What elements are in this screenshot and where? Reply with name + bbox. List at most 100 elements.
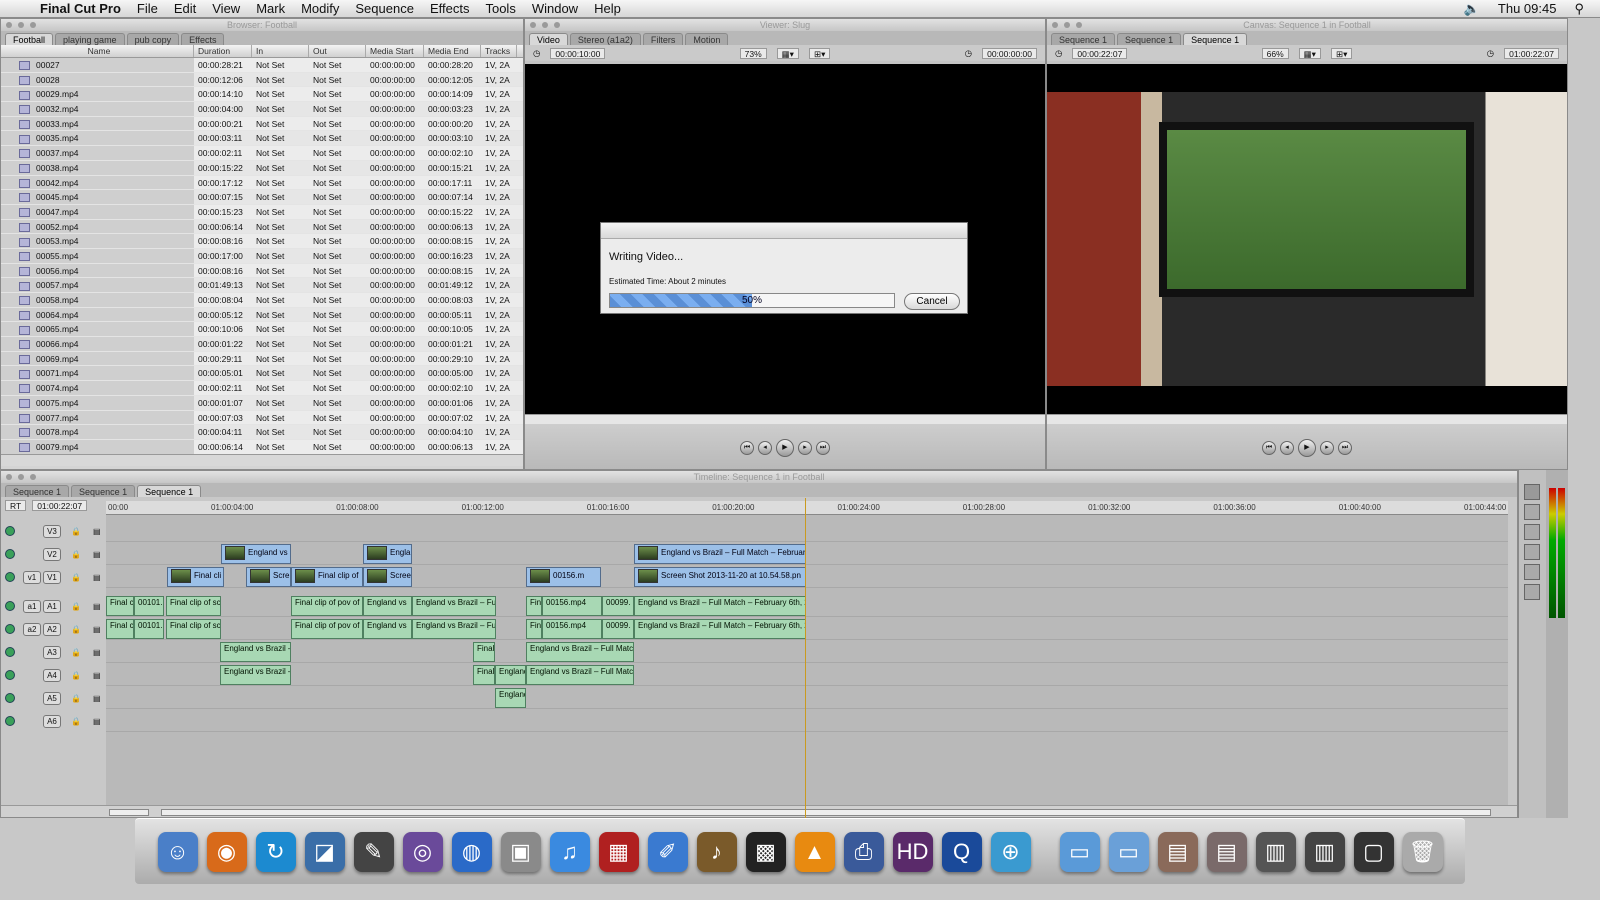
window-stack-icon[interactable]: ▢	[1353, 831, 1394, 872]
auto-select-icon[interactable]: ▤	[93, 527, 101, 536]
dvd-studio-icon[interactable]: ◎	[402, 831, 443, 872]
audio-clip[interactable]: England vs Brazil – Fu	[412, 619, 496, 639]
track-visibility-icon[interactable]	[5, 716, 15, 726]
menu-modify[interactable]: Modify	[301, 1, 339, 16]
menu-sequence[interactable]: Sequence	[355, 1, 414, 16]
table-row[interactable]: 00055.mp4 00:00:17:00 Not Set Not Set 00:00:…	[1, 248, 523, 264]
preview-icon[interactable]: ▣	[500, 831, 541, 872]
safari-icon[interactable]: ⊕	[990, 831, 1031, 872]
selection-tool-icon[interactable]	[1524, 484, 1540, 500]
table-row[interactable]: 00053.mp4 00:00:08:16 Not Set Not Set 00:00:…	[1, 234, 523, 249]
audio-clip[interactable]: England	[495, 688, 526, 708]
clapper-icon[interactable]: ▩	[745, 831, 786, 872]
track-visibility-icon[interactable]	[5, 549, 15, 559]
menu-tools[interactable]: Tools	[485, 1, 515, 16]
audio-clip[interactable]: 00099.	[602, 619, 634, 639]
spotlight-icon[interactable]: ⚲	[1574, 1, 1584, 17]
stack-icon-1[interactable]: ▤	[1157, 831, 1198, 872]
play-in-out-button[interactable]: ◂	[758, 440, 772, 455]
table-row[interactable]: 00032.mp4 00:00:04:00 Not Set Not Set 00:00:…	[1, 102, 523, 117]
table-row[interactable]: 00064.mp4 00:00:05:12 Not Set Not Set 00:00:…	[1, 307, 523, 323]
crop-tool-icon[interactable]	[1524, 564, 1540, 580]
viewer-zoom-select[interactable]: 73%	[739, 47, 767, 59]
audio-clip[interactable]: Final	[473, 665, 495, 685]
trash-icon[interactable]: 🗑	[1402, 831, 1443, 872]
quicktime-icon[interactable]: Q	[941, 831, 982, 872]
col-out[interactable]: Out	[309, 45, 366, 57]
lock-icon[interactable]: 🔒	[71, 648, 81, 657]
canvas-zoom-select[interactable]: 66%	[1261, 47, 1289, 59]
destination-patch[interactable]: A6	[43, 714, 61, 728]
tab-sequence-1b[interactable]: Sequence 1	[71, 485, 136, 497]
table-row[interactable]: 00045.mp4 00:00:07:15 Not Set Not Set 00:00:…	[1, 190, 523, 205]
audio-clip[interactable]: Final c	[106, 596, 134, 616]
viewer-overlay-select[interactable]: ⊞▾	[808, 47, 831, 59]
table-row[interactable]: 00074.mp4 00:00:02:11 Not Set Not Set 00:00:…	[1, 381, 523, 396]
lock-icon[interactable]: 🔒	[71, 717, 81, 726]
col-name[interactable]: Name	[1, 45, 194, 57]
video-clip[interactable]: Screen	[363, 567, 412, 587]
video-clip[interactable]: England vs B	[221, 544, 291, 564]
menu-effects[interactable]: Effects	[430, 1, 470, 16]
audio-clip[interactable]: Fin	[526, 619, 542, 639]
clock[interactable]: Thu 09:45	[1498, 1, 1557, 17]
firefox-icon[interactable]: ◉	[206, 831, 247, 872]
applications-folder-icon[interactable]: ▭	[1059, 831, 1100, 872]
stack-icon-2[interactable]: ▤	[1206, 831, 1247, 872]
dvd-player-icon[interactable]: ◍	[451, 831, 492, 872]
destination-patch[interactable]: V1	[43, 570, 61, 584]
source-patch[interactable]: a2	[23, 622, 41, 636]
razor-tool-icon[interactable]	[1524, 524, 1540, 540]
video-clip[interactable]: Screen Shot 2013-11-20 at 10.54.58.pn	[634, 567, 806, 587]
canvas-overlay-select[interactable]: ⊞▾	[1330, 47, 1353, 59]
video-clip[interactable]: Final clip of	[291, 567, 363, 587]
tab-playing-game[interactable]: playing game	[55, 33, 125, 45]
tab-filters[interactable]: Filters	[642, 33, 684, 45]
rt-menu[interactable]: RT	[5, 500, 27, 511]
audio-clip[interactable]: 00101.	[134, 596, 164, 616]
auto-select-icon[interactable]: ▤	[93, 648, 101, 657]
audio-clip[interactable]: 00099.	[602, 596, 634, 616]
destination-patch[interactable]: A4	[43, 668, 61, 682]
auto-select-icon[interactable]: ▤	[93, 671, 101, 680]
menu-view[interactable]: View	[212, 1, 240, 16]
canvas-current-timecode[interactable]: 01:00:22:07	[1504, 47, 1559, 59]
col-in[interactable]: In	[252, 45, 309, 57]
next-edit-button[interactable]: ⏭	[1338, 440, 1352, 455]
tab-pub-copy[interactable]: pub copy	[126, 33, 180, 45]
audio-clip[interactable]: Fin	[526, 596, 542, 616]
cancel-button[interactable]: Cancel	[904, 293, 960, 310]
app-menu[interactable]: Final Cut Pro	[40, 1, 121, 16]
table-row[interactable]: 00066.mp4 00:00:01:22 Not Set Not Set 00:00:…	[1, 337, 523, 352]
viewer-current-timecode[interactable]: 00:00:00:00	[982, 47, 1037, 59]
table-row[interactable]: 00058.mp4 00:00:08:04 Not Set Not Set 00:00:…	[1, 293, 523, 308]
col-duration[interactable]: Duration	[194, 45, 252, 57]
zoom-tool-icon[interactable]	[1524, 544, 1540, 560]
menu-file[interactable]: File	[137, 1, 158, 16]
col-media-end[interactable]: Media End	[424, 45, 481, 57]
audio-clip[interactable]: England vs Brazil – Full Match	[526, 665, 634, 685]
destination-patch[interactable]: A3	[43, 645, 61, 659]
table-row[interactable]: 00079.mp4 00:00:06:14 Not Set Not Set 00:00:…	[1, 439, 523, 454]
track-visibility-icon[interactable]	[5, 572, 15, 582]
play-around-button[interactable]: ▸	[1320, 440, 1334, 455]
audio-clip[interactable]: England vs	[363, 619, 412, 639]
track-visibility-icon[interactable]	[5, 624, 15, 634]
audio-clip[interactable]: England vs Brazil – Full Match – Februar…	[634, 619, 806, 639]
vlc-icon[interactable]: ▲	[794, 831, 835, 872]
table-row[interactable]: 00075.mp4 00:00:01:07 Not Set Not Set 00:00:…	[1, 395, 523, 411]
hp-utility-icon[interactable]: ⎙	[843, 831, 884, 872]
table-row[interactable]: 00078.mp4 00:00:04:11 Not Set Not Set 00:00:…	[1, 425, 523, 440]
table-row[interactable]: 00027 00:00:28:21 Not Set Not Set 00:00:00:0…	[1, 58, 523, 73]
viewer-duration-timecode[interactable]: 00:00:10:00	[550, 47, 606, 59]
tab-football[interactable]: Football	[5, 33, 54, 45]
audio-clip[interactable]: England vs Brazil – Fu	[412, 596, 496, 616]
tab-sequence-1c[interactable]: Sequence 1	[137, 485, 202, 497]
screen-stack-icon[interactable]: ▥	[1255, 831, 1296, 872]
audio-clip[interactable]: Final	[473, 642, 495, 662]
table-row[interactable]: 00065.mp4 00:00:10:06 Not Set Not Set 00:00:…	[1, 322, 523, 338]
auto-select-icon[interactable]: ▤	[93, 573, 101, 582]
audio-clip[interactable]: 00101.	[134, 619, 164, 639]
lock-icon[interactable]: 🔒	[71, 602, 81, 611]
zoom-slider[interactable]	[109, 809, 149, 816]
